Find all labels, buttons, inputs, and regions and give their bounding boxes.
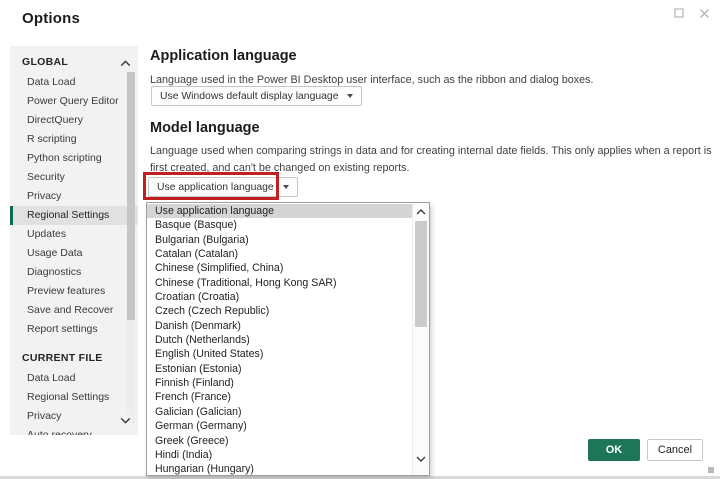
sidebar-item[interactable]: Security — [10, 168, 138, 187]
sidebar-item[interactable]: R scripting — [10, 130, 138, 149]
sidebar-scroll-up-button[interactable] — [118, 58, 132, 68]
sidebar-item[interactable]: Report settings — [10, 320, 138, 339]
ok-button[interactable]: OK — [588, 439, 640, 461]
chevron-up-icon — [416, 209, 426, 215]
sidebar: GLOBAL Data Load Power Query Editor Direct… — [10, 46, 138, 435]
language-option[interactable]: Galician (Galician) — [147, 405, 413, 419]
sidebar-scrollbar-thumb[interactable] — [127, 72, 135, 320]
application-language-dropdown[interactable]: Use Windows default display language — [151, 86, 363, 106]
model-language-heading: Model language — [150, 120, 260, 136]
chevron-down-icon — [120, 417, 130, 424]
language-option[interactable]: Use application language — [147, 204, 413, 219]
sidebar-item[interactable]: Preview features — [10, 282, 138, 301]
language-option[interactable]: Chinese (Simplified, China) — [147, 261, 413, 275]
sidebar-item[interactable]: Usage Data — [10, 244, 138, 263]
sidebar-item[interactable]: Save and Recover — [10, 301, 138, 320]
chevron-up-icon — [120, 59, 130, 66]
language-option[interactable]: Finnish (Finland) — [147, 376, 413, 390]
language-option[interactable]: Hungarian (Hungary) — [147, 462, 413, 475]
application-language-dropdown-value: Use Windows default display language — [160, 90, 339, 102]
model-language-description: Language used when comparing strings in … — [150, 145, 712, 174]
language-option[interactable]: Basque (Basque) — [147, 218, 413, 232]
list-scrollbar-thumb[interactable] — [415, 221, 427, 327]
sidebar-item[interactable]: Data Load — [10, 369, 138, 388]
language-option[interactable]: English (United States) — [147, 347, 413, 361]
sidebar-current-file-list: Data Load Regional Settings Privacy Auto re… — [10, 369, 138, 435]
sidebar-item[interactable]: Diagnostics — [10, 263, 138, 282]
sidebar-scroll-down-button[interactable] — [118, 415, 132, 425]
sidebar-item[interactable]: Regional Settings — [10, 388, 138, 407]
options-dialog: Options GLOBAL Data Load Power Query Edit… — [0, 0, 720, 479]
sidebar-item[interactable]: Regional Settings — [10, 206, 138, 225]
language-option[interactable]: Danish (Denmark) — [147, 319, 413, 333]
language-option[interactable]: Czech (Czech Republic) — [147, 304, 413, 318]
chevron-down-icon — [347, 94, 354, 98]
cancel-button[interactable]: Cancel — [647, 439, 703, 461]
maximize-icon — [674, 8, 684, 18]
maximize-button[interactable] — [673, 7, 685, 19]
language-option[interactable]: German (Germany) — [147, 419, 413, 433]
language-option[interactable]: Hindi (India) — [147, 448, 413, 462]
model-language-dropdown-value: Use application language — [157, 181, 274, 193]
language-option[interactable]: Catalan (Catalan) — [147, 247, 413, 261]
language-option[interactable]: Chinese (Traditional, Hong Kong SAR) — [147, 276, 413, 290]
sidebar-global-list: Data Load Power Query Editor DirectQuery R … — [10, 73, 138, 339]
sidebar-item[interactable]: DirectQuery — [10, 111, 138, 130]
list-scroll-up-button[interactable] — [413, 204, 429, 220]
sidebar-item[interactable]: Auto recovery — [10, 426, 138, 435]
language-options: Use application language Basque (Basque) B… — [147, 204, 413, 475]
list-scrollbar[interactable] — [412, 203, 429, 475]
language-dropdown-list: Use application language Basque (Basque) B… — [146, 202, 430, 476]
close-icon — [699, 8, 709, 18]
sidebar-item[interactable]: Python scripting — [10, 149, 138, 168]
language-option[interactable]: Estonian (Estonia) — [147, 362, 413, 376]
application-language-heading: Application language — [150, 48, 297, 64]
list-scroll-down-button[interactable] — [413, 451, 429, 467]
sidebar-scrollbar-track[interactable] — [127, 72, 135, 424]
language-option[interactable]: Croatian (Croatia) — [147, 290, 413, 304]
sidebar-section-current-file-header: CURRENT FILE — [22, 352, 103, 364]
sidebar-item[interactable]: Updates — [10, 225, 138, 244]
sidebar-item[interactable]: Power Query Editor — [10, 92, 138, 111]
chevron-down-icon — [416, 456, 426, 462]
language-option[interactable]: Dutch (Netherlands) — [147, 333, 413, 347]
language-option[interactable]: Bulgarian (Bulgaria) — [147, 233, 413, 247]
model-language-dropdown[interactable]: Use application language — [148, 177, 298, 197]
chevron-down-icon — [282, 185, 289, 189]
language-option[interactable]: French (France) — [147, 390, 413, 404]
sidebar-item[interactable]: Privacy — [10, 187, 138, 206]
sidebar-item[interactable]: Data Load — [10, 73, 138, 92]
close-button[interactable] — [698, 7, 710, 19]
dialog-title: Options — [22, 10, 81, 27]
language-option[interactable]: Greek (Greece) — [147, 434, 413, 448]
resize-grip[interactable] — [708, 467, 714, 473]
window-controls — [673, 7, 710, 19]
